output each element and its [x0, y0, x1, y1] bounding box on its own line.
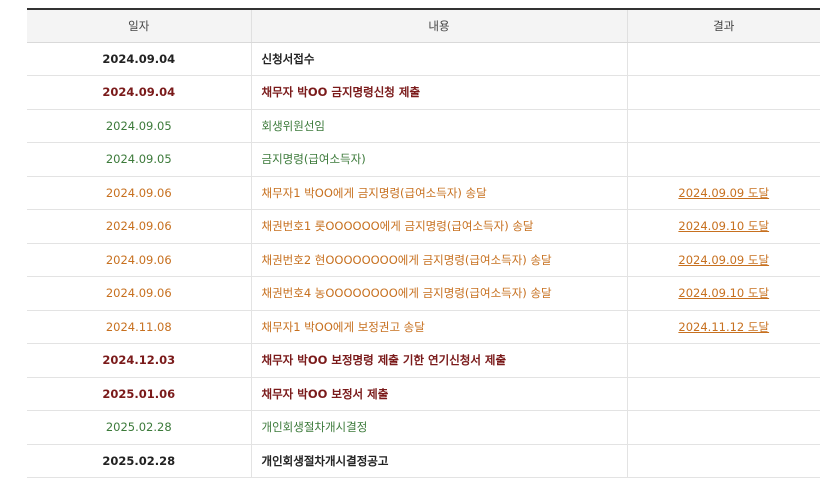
row-result: 2024.09.09 도달	[626, 176, 820, 210]
row-content: 금지명령(급여소득자)	[250, 142, 627, 177]
row-content: 신청서접수	[250, 42, 627, 76]
row-date: 2024.09.06	[27, 176, 251, 210]
row-date: 2025.02.28	[27, 444, 251, 478]
case-history-table: 일자 내용 결과 2024.09.04 신청서접수 2024.09.04 채무자 박O…	[27, 8, 820, 478]
row-result	[626, 343, 820, 378]
row-date: 2024.09.06	[27, 209, 251, 244]
table-header: 일자 내용 결과	[27, 9, 820, 43]
row-content: 채무자1 박OO에게 보정권고 송달	[250, 310, 627, 344]
table-row: 2024.09.06 채권번호2 현OOOOOOOO에게 금지명령(급여소득자) …	[27, 243, 820, 277]
row-result	[626, 142, 820, 177]
header-content: 내용	[250, 9, 627, 43]
row-content: 채무자 박OO 보정서 제출	[250, 377, 627, 411]
table-row: 2024.09.05 금지명령(급여소득자)	[27, 142, 820, 177]
row-result: 2024.09.10 도달	[626, 276, 820, 311]
delivery-result-link[interactable]: 2024.11.12 도달	[678, 320, 769, 334]
row-result	[626, 410, 820, 445]
delivery-result-link[interactable]: 2024.09.09 도달	[678, 186, 769, 200]
table-row: 2024.09.06 채권번호1 롯OOOOOO에게 금지명령(급여소득자) 송달…	[27, 209, 820, 244]
table-row: 2024.09.04 채무자 박OO 금지명령신청 제출	[27, 75, 820, 110]
row-date: 2024.09.06	[27, 243, 251, 277]
row-date: 2025.01.06	[27, 377, 251, 411]
row-result	[626, 444, 820, 478]
row-date: 2024.09.06	[27, 276, 251, 311]
table-row: 2025.02.28 개인회생절차개시결정	[27, 410, 820, 445]
row-content: 개인회생절차개시결정	[250, 410, 627, 445]
table-row: 2024.09.06 채무자1 박OO에게 금지명령(급여소득자) 송달 2024.…	[27, 176, 820, 210]
header-date: 일자	[27, 9, 251, 43]
table-row: 2024.09.06 채권번호4 농OOOOOOOO에게 금지명령(급여소득자) …	[27, 276, 820, 311]
row-date: 2024.09.05	[27, 142, 251, 177]
row-content: 채권번호1 롯OOOOOO에게 금지명령(급여소득자) 송달	[250, 209, 627, 244]
row-content: 채권번호2 현OOOOOOOO에게 금지명령(급여소득자) 송달	[250, 243, 627, 277]
row-result	[626, 377, 820, 411]
delivery-result-link[interactable]: 2024.09.10 도달	[678, 286, 769, 300]
table-row: 2025.01.06 채무자 박OO 보정서 제출	[27, 377, 820, 411]
row-date: 2024.12.03	[27, 343, 251, 378]
row-date: 2024.09.04	[27, 42, 251, 76]
row-date: 2024.11.08	[27, 310, 251, 344]
table-row: 2025.02.28 개인회생절차개시결정공고	[27, 444, 820, 478]
row-result: 2024.11.12 도달	[626, 310, 820, 344]
table-row: 2024.09.05 회생위원선임	[27, 109, 820, 143]
table-row: 2024.11.08 채무자1 박OO에게 보정권고 송달 2024.11.12 도…	[27, 310, 820, 344]
row-content: 회생위원선임	[250, 109, 627, 143]
case-history-panel: 일자 내용 결과 2024.09.04 신청서접수 2024.09.04 채무자 박O…	[27, 8, 820, 478]
row-date: 2025.02.28	[27, 410, 251, 445]
row-content: 채무자 박OO 보정명령 제출 기한 연기신청서 제출	[250, 343, 627, 378]
row-result: 2024.09.10 도달	[626, 209, 820, 244]
row-result: 2024.09.09 도달	[626, 243, 820, 277]
row-content: 채무자1 박OO에게 금지명령(급여소득자) 송달	[250, 176, 627, 210]
header-row: 일자 내용 결과	[27, 9, 820, 43]
table-row: 2024.09.04 신청서접수	[27, 42, 820, 76]
row-content: 채무자 박OO 금지명령신청 제출	[250, 75, 627, 110]
table-row: 2024.12.03 채무자 박OO 보정명령 제출 기한 연기신청서 제출	[27, 343, 820, 378]
row-result	[626, 42, 820, 76]
row-result	[626, 109, 820, 143]
row-content: 채권번호4 농OOOOOOOO에게 금지명령(급여소득자) 송달	[250, 276, 627, 311]
header-result: 결과	[626, 9, 820, 43]
delivery-result-link[interactable]: 2024.09.10 도달	[678, 219, 769, 233]
row-result	[626, 75, 820, 110]
row-date: 2024.09.04	[27, 75, 251, 110]
row-content: 개인회생절차개시결정공고	[250, 444, 627, 478]
delivery-result-link[interactable]: 2024.09.09 도달	[678, 253, 769, 267]
row-date: 2024.09.05	[27, 109, 251, 143]
table-body: 2024.09.04 신청서접수 2024.09.04 채무자 박OO 금지명령신청 …	[27, 42, 820, 478]
